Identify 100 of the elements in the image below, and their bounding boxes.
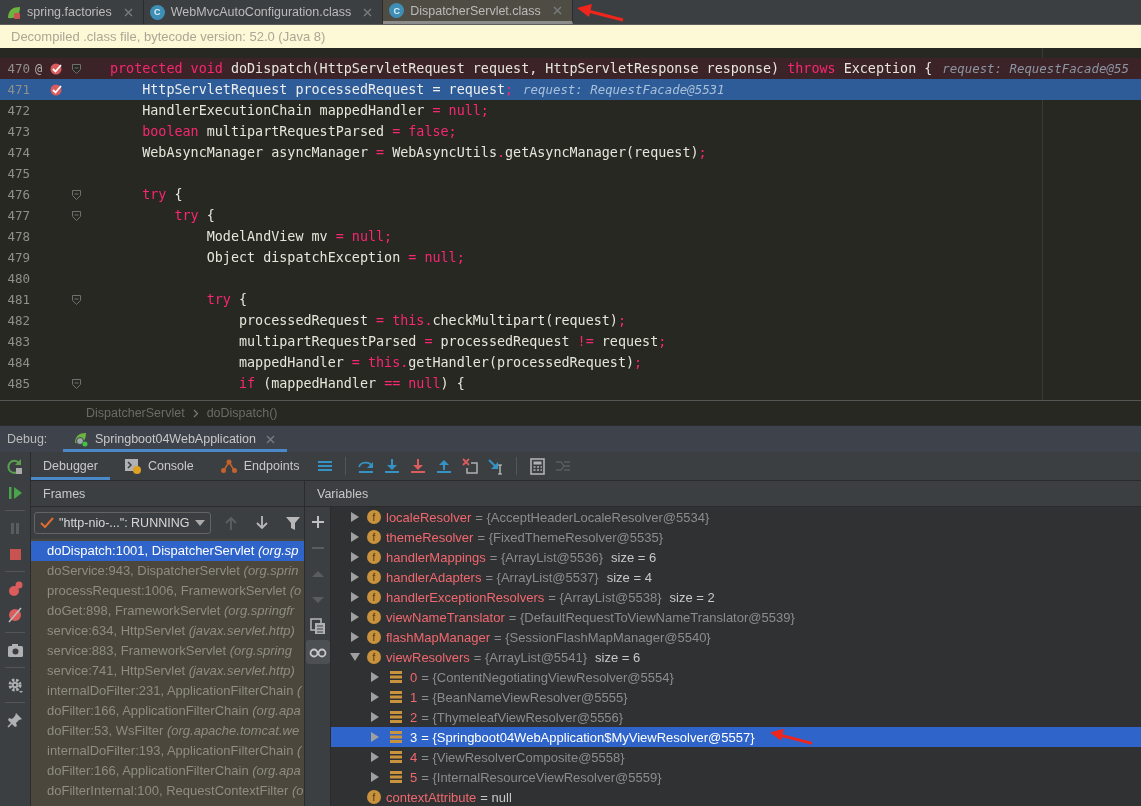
variable-row[interactable]: f handlerExceptionResolvers = {ArrayList@5538} size = 2 bbox=[331, 587, 1141, 607]
variable-row[interactable]: f themeResolver = {FixedThemeResolver@5535} bbox=[331, 527, 1141, 547]
close-icon[interactable] bbox=[363, 7, 373, 17]
resume-icon bbox=[6, 484, 24, 502]
variable-row[interactable]: f contextAttribute = null bbox=[331, 787, 1141, 806]
line-number: 477 bbox=[6, 208, 30, 223]
line-number: 485 bbox=[6, 376, 30, 391]
rerun-icon bbox=[6, 458, 24, 476]
variable-row[interactable]: 0 = {ContentNegotiatingViewResolver@5554} bbox=[331, 667, 1141, 687]
expand-arrow-icon[interactable] bbox=[370, 752, 380, 762]
override-marker: @ bbox=[35, 61, 43, 76]
variable-row[interactable]: 5 = {InternalResourceViewResolver@5559} bbox=[331, 767, 1141, 787]
debugger-tab[interactable]: Console bbox=[111, 452, 206, 480]
line-number: 475 bbox=[6, 166, 30, 181]
fold-icon[interactable] bbox=[72, 63, 81, 74]
leaf-icon bbox=[6, 4, 21, 20]
stack-frame[interactable]: doFilter:53, WsFilter (org.apache.tomcat.we bbox=[31, 721, 304, 741]
stack-frame[interactable]: processRequest:1006, FrameworkServlet (o bbox=[31, 581, 304, 601]
expand-arrow-icon[interactable] bbox=[350, 612, 360, 622]
variable-row[interactable]: f flashMapManager = {SessionFlashMapManager@5540} bbox=[331, 627, 1141, 647]
expand-arrow-icon[interactable] bbox=[370, 692, 380, 702]
expand-arrow-icon[interactable] bbox=[370, 672, 380, 682]
breadcrumb-item[interactable]: DispatcherServlet bbox=[86, 406, 185, 420]
panel-title: Variables bbox=[317, 486, 369, 501]
expand-arrow-icon[interactable] bbox=[370, 712, 380, 722]
stack-frame[interactable]: doService:943, DispatcherServlet (org.sprin bbox=[31, 561, 304, 581]
stack-frame[interactable]: service:883, FrameworkServlet (org.spring bbox=[31, 641, 304, 661]
line-number: 470 bbox=[6, 61, 30, 76]
stack-frame[interactable]: doFilter:166, ApplicationFilterChain (org.apa bbox=[31, 761, 304, 781]
stack-frame[interactable]: service:634, HttpServlet (javax.servlet.http) bbox=[31, 621, 304, 641]
thread-dropdown[interactable]: "http-nio-...": RUNNING bbox=[34, 512, 211, 534]
decompiled-notice: Decompiled .class file, bytecode version: 52.0 (Java 8) bbox=[11, 29, 326, 44]
fold-icon[interactable] bbox=[72, 189, 81, 200]
code-line: HttpServletRequest processedRequest = request; bbox=[141, 82, 514, 97]
breakpoint-icon[interactable] bbox=[50, 62, 63, 75]
fold-icon[interactable] bbox=[72, 210, 81, 221]
code-line: try { bbox=[141, 187, 183, 202]
breakpoints-icon bbox=[6, 580, 24, 598]
check-icon bbox=[40, 517, 54, 529]
breakpoint-icon[interactable] bbox=[50, 83, 63, 96]
endpoints-icon bbox=[219, 458, 238, 474]
stack-frame[interactable]: doFilter:166, ApplicationFilterChain (org.apa bbox=[31, 701, 304, 721]
line-number: 483 bbox=[6, 334, 30, 349]
mute-breakpoints-icon bbox=[6, 606, 24, 624]
debugger-tab[interactable]: Endpoints bbox=[207, 452, 312, 480]
force-step-into-icon bbox=[409, 457, 428, 475]
close-icon[interactable] bbox=[266, 434, 275, 444]
expand-arrow-icon[interactable] bbox=[350, 552, 360, 562]
panel-title: Frames bbox=[43, 486, 86, 501]
stack-frame[interactable]: doDispatch:1001, DispatcherServlet (org.sp bbox=[31, 541, 304, 561]
variable-row[interactable]: f handlerMappings = {ArrayList@5536} size = 6 bbox=[331, 547, 1141, 567]
expand-arrow-icon[interactable] bbox=[350, 652, 360, 662]
inline-value-hint: request: RequestFacade@5531 bbox=[523, 82, 725, 97]
down-triangle-icon bbox=[311, 597, 324, 603]
app-icon bbox=[73, 431, 89, 447]
variable-row[interactable]: 2 = {ThymeleafViewResolver@5556} bbox=[331, 707, 1141, 727]
debugger-tab[interactable]: Debugger bbox=[31, 452, 110, 480]
list-icon bbox=[389, 710, 403, 724]
camera-icon bbox=[6, 641, 24, 659]
pin-icon bbox=[6, 711, 24, 729]
filter-icon bbox=[285, 515, 302, 531]
chevron-icon bbox=[192, 408, 199, 418]
line-number: 478 bbox=[6, 229, 30, 244]
class-icon: C bbox=[149, 4, 165, 20]
stack-frame[interactable]: service:741, HttpServlet (javax.servlet.http) bbox=[31, 661, 304, 681]
console-icon bbox=[123, 458, 142, 474]
variable-row[interactable]: f viewNameTranslator = {DefaultRequestToViewNameTranslator@5539} bbox=[331, 607, 1141, 627]
fold-icon[interactable] bbox=[72, 378, 81, 389]
expand-arrow-icon[interactable] bbox=[350, 532, 360, 542]
up-triangle-icon bbox=[311, 571, 324, 577]
inline-value-hint: request: RequestFacade@55 bbox=[942, 61, 1129, 76]
list-icon bbox=[389, 730, 403, 744]
variable-row[interactable]: f handlerAdapters = {ArrayList@5537} size = 4 bbox=[331, 567, 1141, 587]
variable-row[interactable]: f localeResolver = {AcceptHeaderLocaleResolver@5534} bbox=[331, 507, 1141, 527]
code-line: try { bbox=[173, 208, 215, 223]
stack-frame[interactable]: internalDoFilter:193, ApplicationFilterChain ( bbox=[31, 741, 304, 761]
close-icon[interactable] bbox=[123, 7, 133, 17]
expand-arrow-icon[interactable] bbox=[350, 592, 360, 602]
line-number: 471 bbox=[6, 82, 30, 97]
expand-arrow-icon[interactable] bbox=[350, 512, 360, 522]
drop-frame-icon bbox=[461, 457, 480, 475]
expand-arrow-icon[interactable] bbox=[350, 632, 360, 642]
line-number: 484 bbox=[6, 355, 30, 370]
stack-frame[interactable]: doFilterInternal:100, RequestContextFilter (o bbox=[31, 781, 304, 801]
variable-row[interactable]: f viewResolvers = {ArrayList@5541} size = 6 bbox=[331, 647, 1141, 667]
code-line: processedRequest = this.checkMultipart(request); bbox=[238, 313, 626, 328]
fold-icon[interactable] bbox=[72, 294, 81, 305]
code-line: multipartRequestParsed = processedRequest != request; bbox=[238, 334, 667, 349]
glasses-button[interactable] bbox=[305, 640, 330, 664]
stack-frame[interactable]: doGet:898, FrameworkServlet (org.springfr bbox=[31, 601, 304, 621]
variable-row[interactable]: 1 = {BeanNameViewResolver@5555} bbox=[331, 687, 1141, 707]
session-tab[interactable]: Springboot04WebApplication bbox=[63, 426, 287, 452]
stack-frame[interactable]: internalDoFilter:231, ApplicationFilterChain ( bbox=[31, 681, 304, 701]
variable-row[interactable]: 4 = {ViewResolverComposite@5558} bbox=[331, 747, 1141, 767]
line-number: 482 bbox=[6, 313, 30, 328]
list-icon bbox=[389, 770, 403, 784]
expand-arrow-icon[interactable] bbox=[350, 572, 360, 582]
breadcrumb-item[interactable]: doDispatch() bbox=[206, 406, 278, 420]
expand-arrow-icon[interactable] bbox=[370, 772, 380, 782]
variable-row[interactable]: 3 = {Springboot04WebApplication$MyViewResolver@5557} bbox=[331, 727, 1141, 747]
